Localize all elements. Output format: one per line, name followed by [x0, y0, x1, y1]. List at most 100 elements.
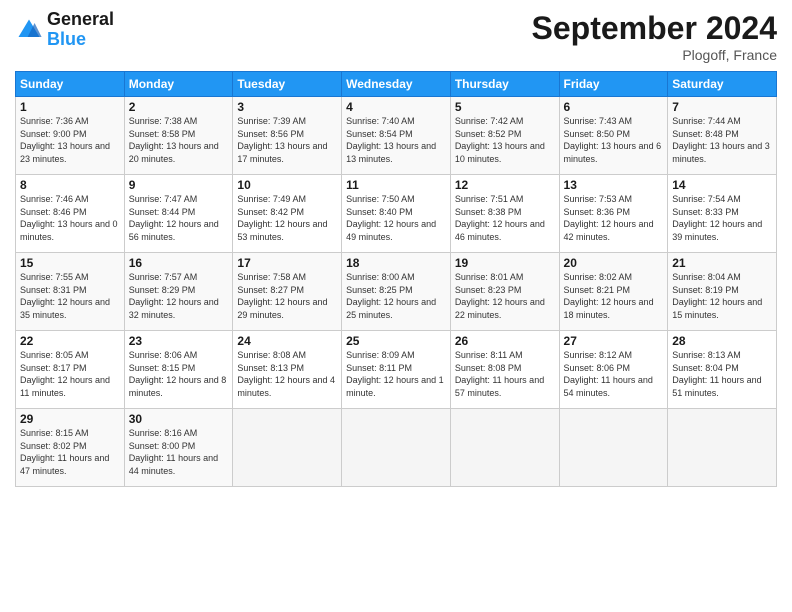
day-detail: Sunrise: 7:58 AMSunset: 8:27 PMDaylight:…	[237, 271, 337, 321]
day-detail: Sunrise: 7:47 AMSunset: 8:44 PMDaylight:…	[129, 193, 229, 243]
day-detail: Sunrise: 7:55 AMSunset: 8:31 PMDaylight:…	[20, 271, 120, 321]
day-detail: Sunrise: 8:16 AMSunset: 8:00 PMDaylight:…	[129, 427, 229, 477]
day-detail: Sunrise: 8:04 AMSunset: 8:19 PMDaylight:…	[672, 271, 772, 321]
week-row-5: 29Sunrise: 8:15 AMSunset: 8:02 PMDayligh…	[16, 409, 777, 487]
logo-icon	[15, 16, 43, 44]
day-number: 19	[455, 256, 555, 270]
day-detail: Sunrise: 8:01 AMSunset: 8:23 PMDaylight:…	[455, 271, 555, 321]
day-number: 30	[129, 412, 229, 426]
day-cell-3: 3Sunrise: 7:39 AMSunset: 8:56 PMDaylight…	[233, 97, 342, 175]
day-number: 13	[564, 178, 664, 192]
day-detail: Sunrise: 7:42 AMSunset: 8:52 PMDaylight:…	[455, 115, 555, 165]
day-number: 10	[237, 178, 337, 192]
day-cell-23: 23Sunrise: 8:06 AMSunset: 8:15 PMDayligh…	[124, 331, 233, 409]
day-cell-21: 21Sunrise: 8:04 AMSunset: 8:19 PMDayligh…	[668, 253, 777, 331]
logo: General Blue	[15, 10, 114, 50]
day-cell-11: 11Sunrise: 7:50 AMSunset: 8:40 PMDayligh…	[342, 175, 451, 253]
day-number: 11	[346, 178, 446, 192]
day-cell-20: 20Sunrise: 8:02 AMSunset: 8:21 PMDayligh…	[559, 253, 668, 331]
day-cell-16: 16Sunrise: 7:57 AMSunset: 8:29 PMDayligh…	[124, 253, 233, 331]
day-detail: Sunrise: 8:02 AMSunset: 8:21 PMDaylight:…	[564, 271, 664, 321]
title-block: September 2024 Plogoff, France	[532, 10, 777, 63]
empty-cell	[668, 409, 777, 487]
day-cell-22: 22Sunrise: 8:05 AMSunset: 8:17 PMDayligh…	[16, 331, 125, 409]
day-detail: Sunrise: 7:57 AMSunset: 8:29 PMDaylight:…	[129, 271, 229, 321]
day-detail: Sunrise: 8:09 AMSunset: 8:11 PMDaylight:…	[346, 349, 446, 399]
day-cell-14: 14Sunrise: 7:54 AMSunset: 8:33 PMDayligh…	[668, 175, 777, 253]
calendar-table: SundayMondayTuesdayWednesdayThursdayFrid…	[15, 71, 777, 487]
day-cell-25: 25Sunrise: 8:09 AMSunset: 8:11 PMDayligh…	[342, 331, 451, 409]
location: Plogoff, France	[532, 47, 777, 63]
day-detail: Sunrise: 8:06 AMSunset: 8:15 PMDaylight:…	[129, 349, 229, 399]
day-number: 17	[237, 256, 337, 270]
day-cell-5: 5Sunrise: 7:42 AMSunset: 8:52 PMDaylight…	[450, 97, 559, 175]
weekday-wednesday: Wednesday	[342, 72, 451, 97]
day-cell-26: 26Sunrise: 8:11 AMSunset: 8:08 PMDayligh…	[450, 331, 559, 409]
weekday-sunday: Sunday	[16, 72, 125, 97]
day-number: 18	[346, 256, 446, 270]
day-detail: Sunrise: 7:53 AMSunset: 8:36 PMDaylight:…	[564, 193, 664, 243]
day-number: 15	[20, 256, 120, 270]
day-number: 8	[20, 178, 120, 192]
day-number: 6	[564, 100, 664, 114]
day-cell-10: 10Sunrise: 7:49 AMSunset: 8:42 PMDayligh…	[233, 175, 342, 253]
day-number: 2	[129, 100, 229, 114]
day-cell-12: 12Sunrise: 7:51 AMSunset: 8:38 PMDayligh…	[450, 175, 559, 253]
empty-cell	[342, 409, 451, 487]
weekday-thursday: Thursday	[450, 72, 559, 97]
day-cell-18: 18Sunrise: 8:00 AMSunset: 8:25 PMDayligh…	[342, 253, 451, 331]
day-number: 28	[672, 334, 772, 348]
day-number: 20	[564, 256, 664, 270]
day-detail: Sunrise: 7:46 AMSunset: 8:46 PMDaylight:…	[20, 193, 120, 243]
weekday-tuesday: Tuesday	[233, 72, 342, 97]
day-cell-29: 29Sunrise: 8:15 AMSunset: 8:02 PMDayligh…	[16, 409, 125, 487]
day-number: 1	[20, 100, 120, 114]
day-cell-30: 30Sunrise: 8:16 AMSunset: 8:00 PMDayligh…	[124, 409, 233, 487]
empty-cell	[559, 409, 668, 487]
day-detail: Sunrise: 8:11 AMSunset: 8:08 PMDaylight:…	[455, 349, 555, 399]
day-number: 14	[672, 178, 772, 192]
day-detail: Sunrise: 7:44 AMSunset: 8:48 PMDaylight:…	[672, 115, 772, 165]
day-detail: Sunrise: 7:39 AMSunset: 8:56 PMDaylight:…	[237, 115, 337, 165]
day-cell-9: 9Sunrise: 7:47 AMSunset: 8:44 PMDaylight…	[124, 175, 233, 253]
empty-cell	[233, 409, 342, 487]
day-number: 5	[455, 100, 555, 114]
weekday-friday: Friday	[559, 72, 668, 97]
day-number: 7	[672, 100, 772, 114]
day-detail: Sunrise: 8:08 AMSunset: 8:13 PMDaylight:…	[237, 349, 337, 399]
day-cell-15: 15Sunrise: 7:55 AMSunset: 8:31 PMDayligh…	[16, 253, 125, 331]
day-number: 27	[564, 334, 664, 348]
day-detail: Sunrise: 7:54 AMSunset: 8:33 PMDaylight:…	[672, 193, 772, 243]
day-cell-17: 17Sunrise: 7:58 AMSunset: 8:27 PMDayligh…	[233, 253, 342, 331]
empty-cell	[450, 409, 559, 487]
day-number: 12	[455, 178, 555, 192]
day-detail: Sunrise: 7:49 AMSunset: 8:42 PMDaylight:…	[237, 193, 337, 243]
month-title: September 2024	[532, 10, 777, 47]
day-cell-6: 6Sunrise: 7:43 AMSunset: 8:50 PMDaylight…	[559, 97, 668, 175]
day-detail: Sunrise: 7:36 AMSunset: 9:00 PMDaylight:…	[20, 115, 120, 165]
day-cell-8: 8Sunrise: 7:46 AMSunset: 8:46 PMDaylight…	[16, 175, 125, 253]
day-number: 16	[129, 256, 229, 270]
day-number: 22	[20, 334, 120, 348]
day-number: 29	[20, 412, 120, 426]
day-cell-13: 13Sunrise: 7:53 AMSunset: 8:36 PMDayligh…	[559, 175, 668, 253]
day-cell-1: 1Sunrise: 7:36 AMSunset: 9:00 PMDaylight…	[16, 97, 125, 175]
day-number: 25	[346, 334, 446, 348]
week-row-1: 1Sunrise: 7:36 AMSunset: 9:00 PMDaylight…	[16, 97, 777, 175]
day-detail: Sunrise: 8:00 AMSunset: 8:25 PMDaylight:…	[346, 271, 446, 321]
day-number: 21	[672, 256, 772, 270]
day-cell-2: 2Sunrise: 7:38 AMSunset: 8:58 PMDaylight…	[124, 97, 233, 175]
week-row-2: 8Sunrise: 7:46 AMSunset: 8:46 PMDaylight…	[16, 175, 777, 253]
week-row-3: 15Sunrise: 7:55 AMSunset: 8:31 PMDayligh…	[16, 253, 777, 331]
day-detail: Sunrise: 7:43 AMSunset: 8:50 PMDaylight:…	[564, 115, 664, 165]
weekday-monday: Monday	[124, 72, 233, 97]
day-cell-24: 24Sunrise: 8:08 AMSunset: 8:13 PMDayligh…	[233, 331, 342, 409]
day-cell-4: 4Sunrise: 7:40 AMSunset: 8:54 PMDaylight…	[342, 97, 451, 175]
day-detail: Sunrise: 8:15 AMSunset: 8:02 PMDaylight:…	[20, 427, 120, 477]
day-number: 9	[129, 178, 229, 192]
day-detail: Sunrise: 7:51 AMSunset: 8:38 PMDaylight:…	[455, 193, 555, 243]
day-cell-7: 7Sunrise: 7:44 AMSunset: 8:48 PMDaylight…	[668, 97, 777, 175]
day-cell-19: 19Sunrise: 8:01 AMSunset: 8:23 PMDayligh…	[450, 253, 559, 331]
weekday-header-row: SundayMondayTuesdayWednesdayThursdayFrid…	[16, 72, 777, 97]
weekday-saturday: Saturday	[668, 72, 777, 97]
